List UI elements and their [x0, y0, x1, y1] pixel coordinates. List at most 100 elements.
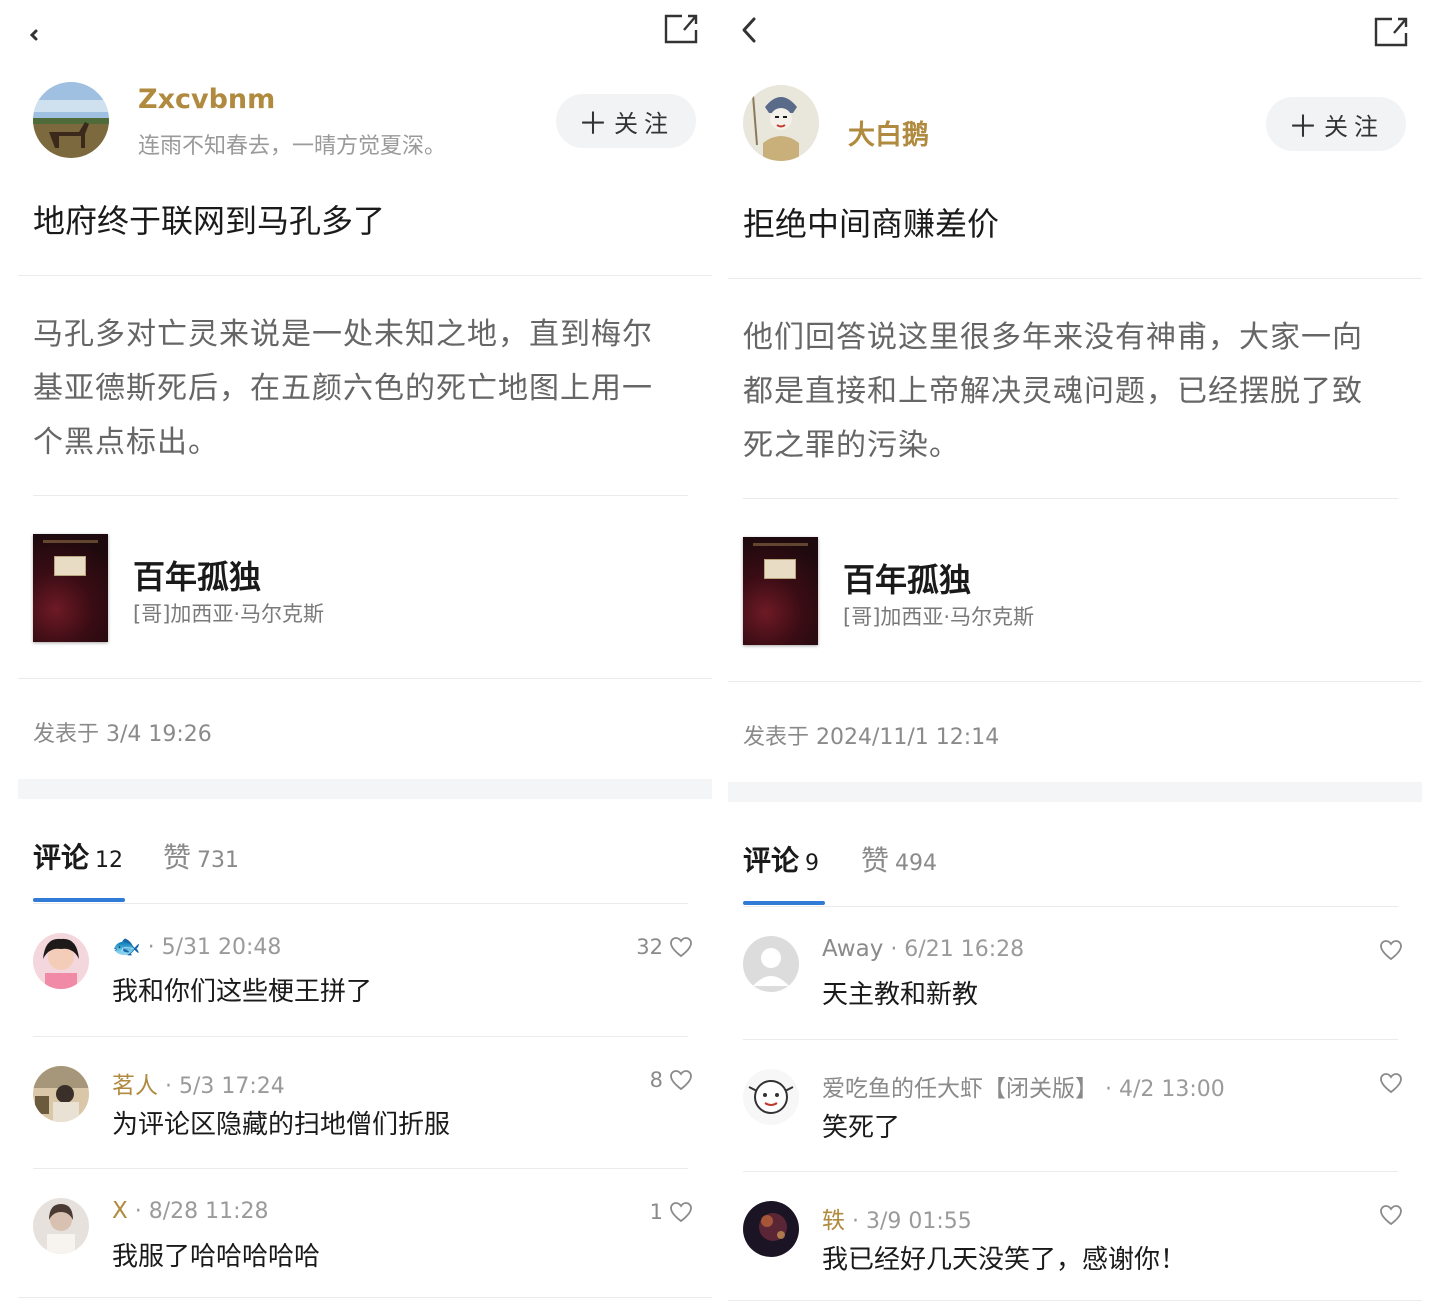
follow-button[interactable]: ＋ 关注: [556, 94, 696, 148]
comment-time: · 3/9 01:55: [845, 1209, 972, 1234]
commenter-name[interactable]: 🐟: [112, 934, 141, 960]
like-button[interactable]: 32: [636, 933, 693, 961]
divider: [728, 278, 1422, 279]
book-excerpt: 他们回答说这里很多年来没有神甫，大家一向都是直接和上帝解决灵魂问题，已经摆脱了致…: [743, 320, 1363, 463]
follow-button[interactable]: ＋ 关注: [1266, 97, 1406, 151]
chevron-left-icon[interactable]: [736, 15, 762, 45]
heart-outline-icon: [670, 937, 692, 958]
tab-comments[interactable]: 评论 9: [743, 839, 819, 879]
commenter-name[interactable]: X: [112, 1198, 128, 1224]
heart-outline-icon: [670, 1202, 692, 1223]
author-row: Zxcvbnm 连雨不知春去，一晴方觉夏深。 ＋ 关注: [18, 82, 722, 162]
author-name[interactable]: 大白鹅: [848, 113, 929, 152]
comment-text: 笑死了: [822, 1113, 901, 1143]
heart-outline-icon: [1380, 1205, 1402, 1226]
commenter-name[interactable]: Away: [822, 936, 883, 962]
comment-item: 爱吃鱼的任大虾【闭关版】 · 4/2 13:00 笑死了: [743, 1067, 1403, 1197]
comment-text: 我服了哈哈哈哈哈: [112, 1242, 321, 1272]
top-bar: [18, 0, 722, 70]
avatar[interactable]: [743, 85, 819, 161]
like-button[interactable]: [1373, 1069, 1403, 1097]
comment-item: X · 8/28 11:28 我服了哈哈哈哈哈 1: [33, 1196, 693, 1305]
like-count: 32: [636, 935, 663, 959]
divider: [33, 495, 688, 496]
plus-icon: ＋: [578, 107, 608, 142]
book-excerpt: 马孔多对亡灵来说是一处未知之地，直到梅尔基亚德斯死后，在五颜六色的死亡地图上用一…: [33, 317, 653, 460]
divider: [743, 1171, 1398, 1172]
comment-tabs: 评论 12 赞 731: [33, 830, 693, 904]
follow-label: 关注: [1324, 112, 1384, 141]
comment-item: 轶 · 3/9 01:55 我已经好几天没笑了，感谢你！: [743, 1199, 1403, 1305]
chevron-left-icon[interactable]: [26, 18, 52, 48]
avatar[interactable]: [33, 933, 89, 989]
section-separator: [728, 782, 1422, 802]
comment-tabs: 评论 9 赞 494: [743, 833, 1403, 907]
author-signature: 连雨不知春去，一晴方觉夏深。: [138, 134, 447, 159]
comment-time: · 5/3 17:24: [158, 1074, 285, 1099]
divider: [728, 681, 1422, 682]
book-author: [哥]加西亚·马尔克斯: [133, 602, 325, 626]
comment-time: · 4/2 13:00: [1098, 1077, 1225, 1102]
avatar[interactable]: [743, 1069, 799, 1125]
post-panel-right: 大白鹅 ＋ 关注 拒绝中间商赚差价 他们回答说这里很多年来没有神甫，大家一向都是…: [728, 3, 1432, 1305]
active-tab-indicator: [33, 898, 125, 902]
like-button[interactable]: [1373, 936, 1403, 964]
section-separator: [18, 779, 712, 799]
like-button[interactable]: 8: [650, 1066, 693, 1094]
follow-label: 关注: [614, 109, 674, 138]
tab-likes[interactable]: 赞 731: [163, 836, 239, 876]
comment-item: 🐟 · 5/31 20:48 我和你们这些梗王拼了 32: [33, 931, 693, 1061]
comment-meta: X · 8/28 11:28: [112, 1198, 269, 1224]
heart-outline-icon: [670, 1070, 692, 1091]
avatar[interactable]: [743, 1201, 799, 1257]
comment-time: · 5/31 20:48: [140, 935, 282, 960]
heart-outline-icon: [1380, 1073, 1402, 1094]
avatar[interactable]: [743, 936, 799, 992]
like-count: 8: [649, 1068, 663, 1092]
avatar[interactable]: [33, 1198, 89, 1254]
comment-meta: 茗人 · 5/3 17:24: [112, 1066, 285, 1100]
post-title: 地府终于联网到马孔多了: [33, 202, 386, 240]
divider: [18, 678, 712, 679]
top-bar: [728, 3, 1432, 73]
divider: [18, 1297, 712, 1298]
like-button[interactable]: 1: [650, 1198, 693, 1226]
book-author: [哥]加西亚·马尔克斯: [843, 605, 1035, 629]
comment-text: 为评论区隐藏的扫地僧们折服: [112, 1110, 451, 1140]
book-title: 百年孤独: [843, 561, 972, 599]
comment-item: 茗人 · 5/3 17:24 为评论区隐藏的扫地僧们折服 8: [33, 1064, 693, 1194]
like-count: 1: [649, 1200, 663, 1224]
post-timestamp: 发表于 3/4 19:26: [33, 722, 212, 747]
avatar[interactable]: [33, 82, 109, 158]
commenter-name[interactable]: 轶: [822, 1208, 845, 1234]
author-name[interactable]: Zxcvbnm: [138, 84, 275, 115]
book-cover: [743, 537, 818, 645]
commenter-name[interactable]: 茗人: [112, 1073, 158, 1099]
post-timestamp: 发表于 2024/11/1 12:14: [743, 725, 1000, 750]
plus-icon: ＋: [1288, 110, 1318, 145]
comment-time: · 8/28 11:28: [127, 1199, 269, 1224]
commenter-name[interactable]: 爱吃鱼的任大虾【闭关版】: [822, 1076, 1098, 1102]
comment-text: 我和你们这些梗王拼了: [112, 977, 373, 1007]
tab-likes[interactable]: 赞 494: [861, 839, 937, 879]
author-row: 大白鹅 ＋ 关注: [728, 85, 1432, 165]
comment-time: · 6/21 16:28: [883, 937, 1025, 962]
comment-text: 我已经好几天没笑了，感谢你！: [822, 1245, 1187, 1275]
share-icon[interactable]: [1372, 15, 1410, 49]
post-panel-left: Zxcvbnm 连雨不知春去，一晴方觉夏深。 ＋ 关注 地府终于联网到马孔多了 …: [18, 0, 722, 1305]
comment-text: 天主教和新教: [822, 980, 979, 1010]
divider: [18, 275, 712, 276]
divider: [33, 1168, 688, 1169]
book-card[interactable]: 百年孤独 [哥]加西亚·马尔克斯: [33, 534, 693, 644]
post-title: 拒绝中间商赚差价: [743, 205, 1000, 243]
heart-outline-icon: [1380, 940, 1402, 961]
like-button[interactable]: [1373, 1201, 1403, 1229]
tab-comments[interactable]: 评论 12: [33, 836, 123, 876]
divider: [743, 498, 1398, 499]
avatar[interactable]: [33, 1066, 89, 1122]
active-tab-indicator: [743, 901, 825, 905]
divider: [33, 1036, 688, 1037]
book-card[interactable]: 百年孤独 [哥]加西亚·马尔克斯: [743, 537, 1403, 647]
share-icon[interactable]: [662, 12, 700, 46]
comment-item: Away · 6/21 16:28 天主教和新教: [743, 934, 1403, 1064]
